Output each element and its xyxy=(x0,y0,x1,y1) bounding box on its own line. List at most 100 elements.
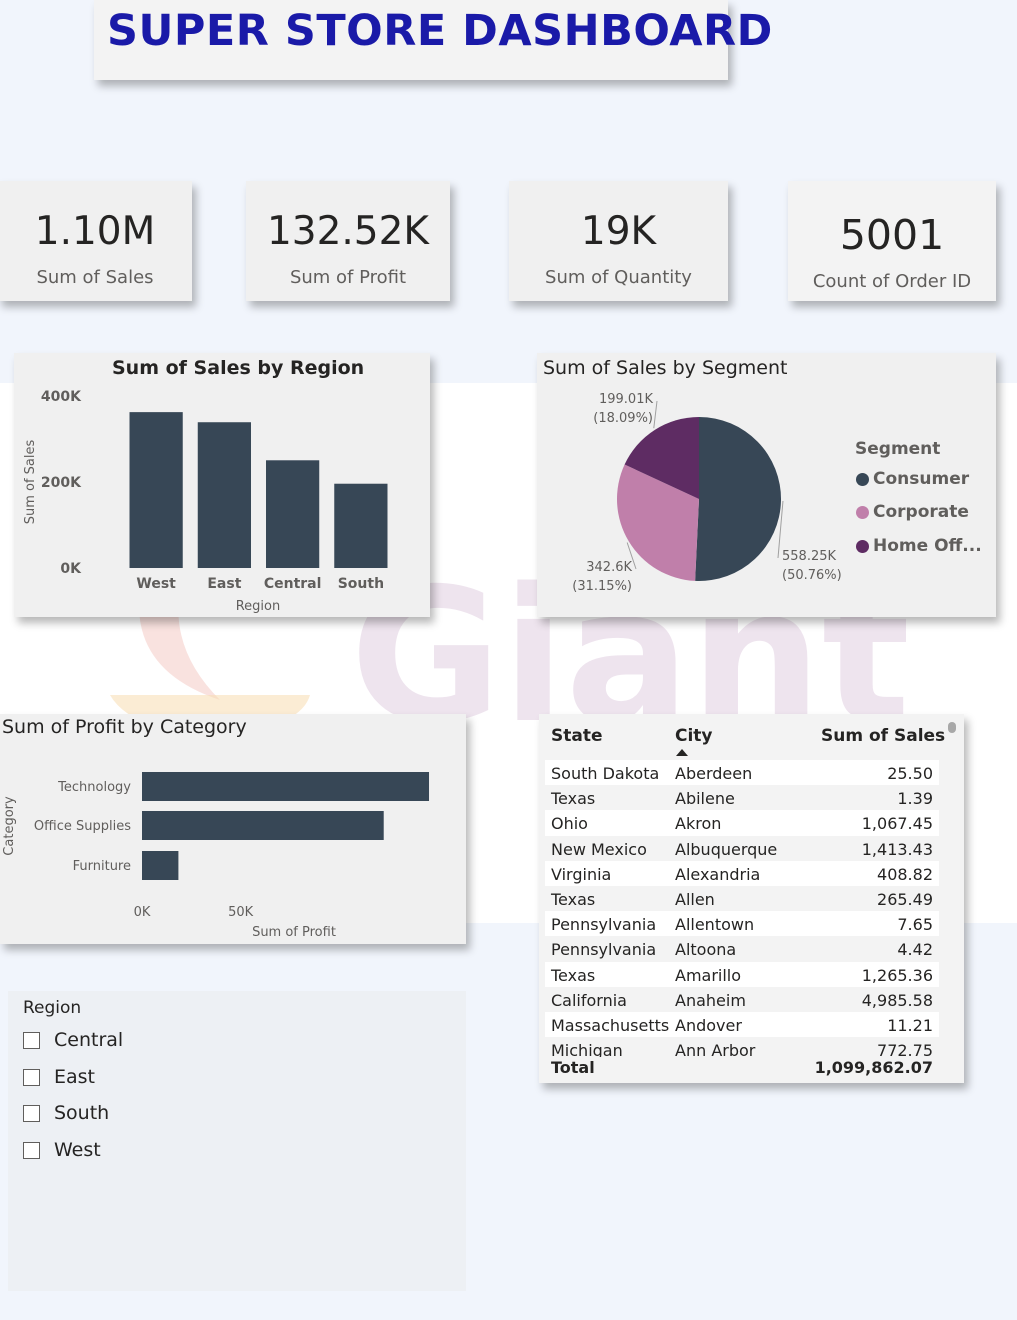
bar-office-supplies xyxy=(142,811,384,840)
cell-sum-of-sales: 1.39 xyxy=(897,789,933,809)
column-header-state[interactable]: State xyxy=(551,726,603,746)
cell-city: Albuquerque xyxy=(675,839,778,859)
checkbox[interactable] xyxy=(23,1068,40,1086)
y-axis-label: Category xyxy=(2,796,17,856)
y-axis-label: Sum of Sales xyxy=(23,440,38,525)
cell-state: Texas xyxy=(551,965,596,985)
bar-south xyxy=(334,483,388,568)
x-tick-label: West xyxy=(136,576,176,592)
bar-technology xyxy=(142,772,430,801)
sort-ascending-icon[interactable] xyxy=(676,748,688,756)
table-row[interactable]: South Dakota Aberdeen 25.50 xyxy=(545,760,939,786)
cell-sum-of-sales: 1,413.43 xyxy=(861,839,933,859)
sales-by-segment-card[interactable]: Sum of Sales by Segment 558.25K (50.76%) 3… xyxy=(537,353,996,617)
kpi-label: Sum of Sales xyxy=(36,267,154,288)
y-tick-label: 0K xyxy=(60,561,82,577)
bar-furniture xyxy=(142,851,179,880)
slicer-title: Region xyxy=(23,998,82,1018)
cell-city: Abilene xyxy=(675,789,735,809)
column-header-sum-of-sales[interactable]: Sum of Sales xyxy=(821,726,945,746)
table-row[interactable]: Virginia Alexandria 408.82 xyxy=(545,860,939,886)
cell-state: Pennsylvania xyxy=(551,940,657,960)
table-row[interactable]: New Mexico Albuquerque 1,413.43 xyxy=(545,836,939,861)
cell-sum-of-sales: 772.75 xyxy=(877,1041,933,1057)
kpi-card-orders[interactable]: 5001 Count of Order ID xyxy=(788,181,996,301)
kpi-value: 132.52K xyxy=(266,209,430,254)
bar-west xyxy=(129,412,183,568)
dashboard-title: SUPER STORE DASHBOARD xyxy=(107,6,773,56)
pie-percent-label: (50.76%) xyxy=(782,568,842,583)
table-row[interactable]: Massachusetts Andover 11.21 xyxy=(545,1011,939,1038)
x-tick-label: 0K xyxy=(134,905,151,920)
bar-east xyxy=(197,422,251,568)
table-row[interactable]: Pennsylvania Allentown 7.65 xyxy=(545,911,939,937)
table-row[interactable]: Michigan Ann Arbor 772.75 xyxy=(545,1037,939,1057)
slicer-option-label: West xyxy=(54,1139,101,1161)
kpi-label: Sum of Quantity xyxy=(545,267,692,288)
total-label: Total xyxy=(551,1058,595,1077)
pie-percent-label: (31.15%) xyxy=(572,579,632,594)
y-tick-label: 200K xyxy=(41,475,82,491)
table-row[interactable]: Ohio Akron 1,067.45 xyxy=(545,810,939,836)
cell-city: Amarillo xyxy=(675,965,742,985)
slicer-option-west[interactable]: West xyxy=(23,1139,101,1161)
state-city-sales-table[interactable]: State City Sum of Sales South Dakota Aber… xyxy=(539,714,964,1083)
kpi-label: Sum of Profit xyxy=(289,267,407,288)
profit-by-category-card[interactable]: Sum of Profit by Category Technology Offi… xyxy=(0,714,466,944)
legend-label: Corporate xyxy=(873,502,969,522)
kpi-card-sales[interactable]: 1.10M Sum of Sales xyxy=(0,181,192,301)
cell-sum-of-sales: 265.49 xyxy=(877,889,933,909)
checkbox[interactable] xyxy=(23,1031,40,1049)
cell-state: Virginia xyxy=(551,864,612,884)
region-slicer[interactable]: Region Central East South West xyxy=(8,991,466,1291)
cell-city: Akron xyxy=(675,814,722,834)
sales-by-region-card[interactable]: Sum of Sales by Region 0K 200K 400K West Eas… xyxy=(14,353,430,617)
checkbox[interactable] xyxy=(23,1104,40,1122)
cell-city: Aberdeen xyxy=(675,764,753,783)
column-header-city[interactable]: City xyxy=(675,726,713,746)
legend-item-consumer[interactable]: Consumer xyxy=(856,469,969,489)
legend-dot xyxy=(856,505,869,519)
kpi-value: 19K xyxy=(580,209,657,254)
cell-city: Ann Arbor xyxy=(675,1041,756,1057)
x-tick-label: East xyxy=(207,576,241,592)
kpi-card-quantity[interactable]: 19K Sum of Quantity xyxy=(509,181,728,301)
cell-sum-of-sales: 1,067.45 xyxy=(861,814,933,834)
pie-value-label: 558.25K xyxy=(782,549,836,564)
legend-item-home-office[interactable]: Home Off... xyxy=(856,536,982,556)
x-tick-label: South xyxy=(338,576,384,592)
x-tick-label: Central xyxy=(264,576,322,592)
slicer-option-east[interactable]: East xyxy=(23,1066,95,1088)
table-scrollbar-thumb[interactable] xyxy=(948,722,956,733)
checkbox[interactable] xyxy=(23,1141,40,1159)
cell-state: Texas xyxy=(551,889,596,909)
pie-value-label: 199.01K xyxy=(599,392,653,407)
cell-city: Allentown xyxy=(675,915,755,935)
cell-sum-of-sales: 7.65 xyxy=(897,915,933,935)
cell-city: Allen xyxy=(675,889,715,909)
cell-city: Andover xyxy=(675,1015,742,1035)
slicer-option-south[interactable]: South xyxy=(23,1102,109,1124)
dashboard-title-card: SUPER STORE DASHBOARD xyxy=(94,0,772,80)
region-bar-chart: 0K 200K 400K West East Central South Region Sum … xyxy=(23,389,388,614)
legend-label: Home Off... xyxy=(873,536,982,556)
legend-label: Consumer xyxy=(873,469,970,489)
cell-state: New Mexico xyxy=(551,839,647,859)
kpi-value: 5001 xyxy=(839,211,945,259)
kpi-card-profit[interactable]: 132.52K Sum of Profit xyxy=(246,181,450,301)
table-row[interactable]: Texas Allen 265.49 xyxy=(545,886,939,911)
x-axis-label: Region xyxy=(236,599,281,614)
y-tick-label: Furniture xyxy=(73,859,131,874)
table-body[interactable]: South Dakota Aberdeen 25.50 Texas Abilene 1.3… xyxy=(545,760,939,1057)
table-row[interactable]: California Anaheim 4,985.58 xyxy=(545,987,939,1012)
legend-item-corporate[interactable]: Corporate xyxy=(856,502,969,522)
table-row[interactable]: Texas Amarillo 1,265.36 xyxy=(545,961,939,987)
cell-sum-of-sales: 1,265.36 xyxy=(861,965,933,985)
slicer-option-central[interactable]: Central xyxy=(23,1029,123,1051)
cell-state: South Dakota xyxy=(551,764,660,783)
table-row[interactable]: Pennsylvania Altoona 4.42 xyxy=(545,936,939,961)
table-row[interactable]: Texas Abilene 1.39 xyxy=(545,785,939,810)
cell-state: Pennsylvania xyxy=(551,915,657,935)
cell-city: Anaheim xyxy=(675,990,746,1010)
leader-line xyxy=(653,400,658,429)
